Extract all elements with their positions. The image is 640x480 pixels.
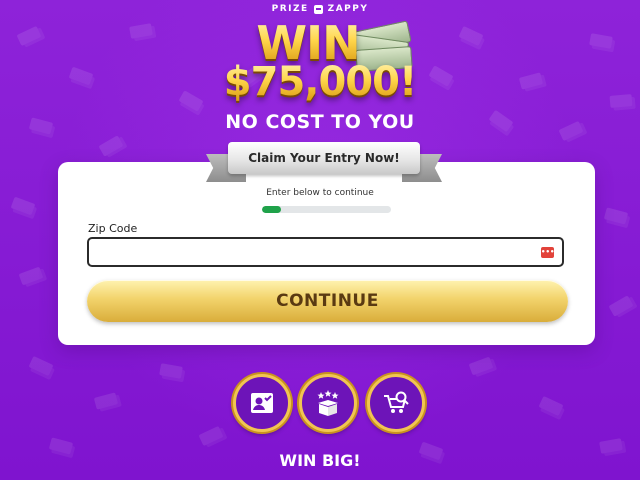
- zip-input[interactable]: [87, 237, 564, 267]
- form-instruction: Enter below to continue: [266, 188, 374, 198]
- gift-box-stars-icon: [317, 390, 339, 416]
- brand-logo: PRIZE ZAPPY: [0, 4, 640, 14]
- headline: WIN $75,000!: [0, 20, 640, 102]
- headline-subtitle: NO COST TO YOU: [225, 111, 415, 133]
- brand-name-right: ZAPPY: [327, 4, 369, 14]
- ribbon-text: Claim Your Entry Now!: [228, 142, 420, 174]
- continue-button[interactable]: CONTINUE: [87, 280, 568, 322]
- brand-box-icon: [313, 4, 323, 14]
- password-manager-icon[interactable]: •••: [541, 247, 554, 258]
- brand-name-left: PRIZE: [271, 4, 309, 14]
- progress-fill: [262, 206, 282, 213]
- headline-amount: $75,000!: [0, 62, 640, 102]
- profile-check-icon: [251, 393, 273, 413]
- feature-gift: [299, 374, 357, 432]
- claim-ribbon: Claim Your Entry Now!: [206, 140, 442, 184]
- cart-search-icon: [384, 391, 409, 413]
- feature-shopping: [367, 374, 425, 432]
- zip-label: Zip Code: [88, 222, 138, 235]
- progress-bar: [262, 206, 391, 213]
- footer-tagline: WIN BIG!: [279, 451, 361, 470]
- feature-profile: [233, 374, 291, 432]
